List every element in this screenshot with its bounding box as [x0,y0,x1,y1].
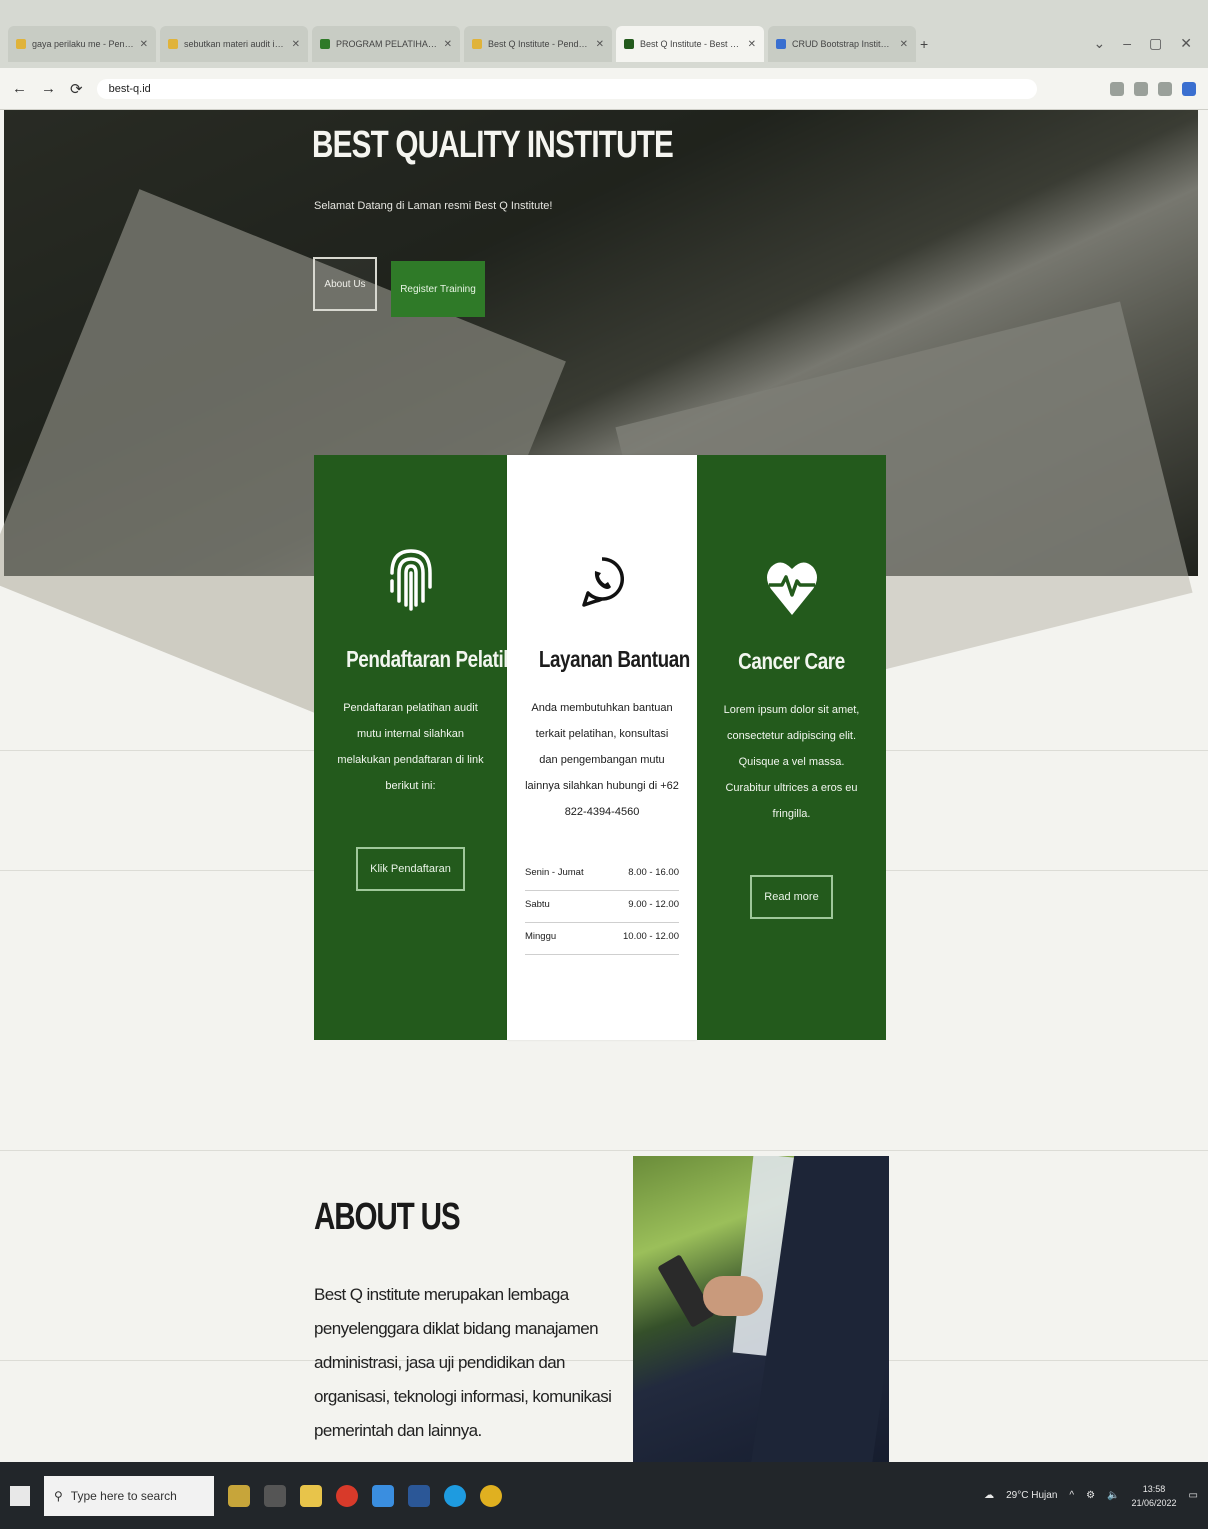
register-training-button[interactable]: Register Training [391,261,485,317]
share-icon[interactable] [1110,81,1124,96]
browser-tab[interactable]: sebutkan materi audit inte... ✕ [160,26,308,62]
reload-icon[interactable]: ⟳ [70,80,83,98]
tab-favicon-icon [776,39,786,49]
tab-favicon-icon [168,39,178,49]
hours-row: Sabtu 9.00 - 12.00 [525,891,679,923]
task-view-icon[interactable] [264,1484,286,1507]
volume-icon[interactable]: 🔈 [1107,1490,1119,1501]
heart-pulse-icon [766,562,817,615]
news-widget-icon[interactable] [228,1484,250,1507]
close-tab-icon[interactable]: ✕ [292,39,300,50]
read-more-button[interactable]: Read more [750,875,833,919]
bookmark-star-icon[interactable] [1134,81,1148,96]
hours-row: Minggu 10.00 - 12.00 [525,923,679,955]
close-tab-icon[interactable]: ✕ [444,39,452,50]
new-tab-button[interactable]: + [920,36,928,62]
back-arrow-icon[interactable]: ← [12,80,27,97]
browser-tab[interactable]: gaya perilaku me - Penca... ✕ [8,26,156,62]
taskbar-search[interactable]: ⚲ Type here to search [44,1475,214,1516]
hours-row: Senin - Jumat 8.00 - 16.00 [525,859,679,891]
registration-card-text: Pendaftaran pelatihan audit mutu interna… [337,702,484,792]
search-icon: ⚲ [54,1488,63,1503]
register-link-button[interactable]: Klik Pendaftaran [356,847,465,891]
weather-icon: ☁ [984,1490,995,1501]
close-tab-icon[interactable]: ✕ [748,39,756,50]
about-text: Best Q institute merupakan lembaga penye… [314,1285,612,1440]
chrome-icon[interactable] [480,1484,502,1507]
close-tab-icon[interactable]: ✕ [900,39,908,50]
zoom-icon[interactable] [372,1484,394,1507]
tab-favicon-icon [16,39,26,49]
extensions-icon[interactable] [1158,81,1172,96]
fingerprint-icon [389,549,432,611]
minimize-button[interactable]: – [1123,35,1131,52]
maximize-button[interactable]: ▢ [1149,35,1162,52]
about-title: ABOUT US [314,1196,461,1238]
windows-taskbar: ⚲ Type here to search ☁ 29°C Hujan ^ ⚙ 🔈… [0,1462,1208,1529]
tab-favicon-icon [472,39,482,49]
close-window-button[interactable]: ✕ [1180,35,1192,52]
close-tab-icon[interactable]: ✕ [140,39,148,50]
support-card: Layanan Bantuan Anda membutuhkan bantuan… [507,455,697,1040]
word-icon[interactable] [408,1484,430,1507]
edge-icon[interactable] [444,1484,466,1507]
registration-card: Pendaftaran Pelatihan Pendaftaran pelati… [314,455,536,1040]
cancer-care-card: Cancer Care Lorem ipsum dolor sit amet, … [697,455,886,1040]
network-icon[interactable]: ⚙ [1086,1490,1095,1501]
browser-tab-active[interactable]: Best Q Institute - Best Q In...✕ [616,26,764,62]
browser-tab[interactable]: Best Q Institute - Pendaftar...✕ [464,26,612,62]
windows-start-icon[interactable] [10,1485,30,1506]
opera-icon[interactable] [336,1484,358,1507]
address-bar: ← → ⟳ best-q.id [0,68,1208,110]
window-controls: ⌄ – ▢ ✕ [1086,35,1201,62]
hero-title: BEST QUALITY INSTITUTE [312,124,674,166]
cancer-card-text: Lorem ipsum dolor sit amet, consectetur … [723,704,860,820]
tray-chevron-icon[interactable]: ^ [1069,1490,1074,1501]
support-card-text: Anda membutuhkan bantuan terkait pelatih… [525,702,679,818]
extension-icons [1110,81,1196,96]
browser-tab-bar: gaya perilaku me - Penca... ✕ sebutkan ma… [0,0,1208,68]
notification-icon[interactable]: ▭ [1189,1490,1198,1501]
whatsapp-icon [582,557,625,607]
about-us-button[interactable]: About Us [313,257,377,311]
tab-favicon-icon [624,39,634,49]
web-page: BEST QUALITY INSTITUTE Selamat Datang di… [0,110,1208,1462]
url-field[interactable]: best-q.id [96,78,1037,99]
file-explorer-icon[interactable] [300,1484,322,1507]
tab-favicon-icon [320,39,330,49]
cancer-card-title: Cancer Care [738,648,845,674]
system-tray: ☁ 29°C Hujan ^ ⚙ 🔈 13:58 21/06/2022 ▭ [984,1482,1198,1510]
opening-hours-table: Senin - Jumat 8.00 - 16.00 Sabtu 9.00 - 12… [525,859,679,955]
about-image [633,1156,889,1462]
hero-subtitle: Selamat Datang di Laman resmi Best Q Ins… [314,200,553,212]
close-tab-icon[interactable]: ✕ [596,39,604,50]
clock[interactable]: 13:58 21/06/2022 [1132,1482,1177,1510]
registration-card-title: Pendaftaran Pelatihan [346,646,536,672]
browser-tab[interactable]: CRUD Bootstrap Institute... ✕ [768,26,916,62]
profile-avatar[interactable] [1182,81,1196,96]
support-card-title: Layanan Bantuan [538,646,690,672]
weather-text[interactable]: 29°C Hujan [1006,1490,1057,1501]
browser-tab[interactable]: PROGRAM PELATIHAN A...✕ [312,26,460,62]
forward-arrow-icon[interactable]: → [41,80,56,97]
tab-search-icon[interactable]: ⌄ [1094,35,1106,52]
